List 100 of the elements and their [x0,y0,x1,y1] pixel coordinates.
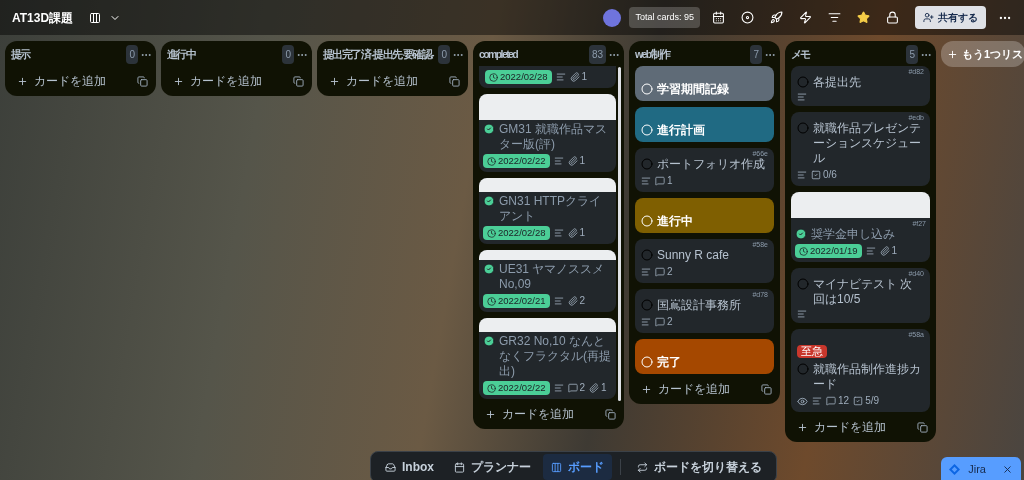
paperclip-icon [879,246,890,256]
total-cards-badge: Total cards: 95 [629,6,700,29]
add-list-button[interactable]: もう1つリス [941,41,1024,67]
check-circle-icon[interactable] [483,123,495,135]
plus-icon [797,421,808,433]
calendar-icon[interactable] [712,11,725,24]
attachment-count: 1 [569,70,588,84]
card-title: GR32 No,10 なんとなくフラクタル(再提出) [499,334,612,379]
list-title[interactable]: 提示 [11,48,125,61]
add-card-button[interactable]: カードを追加 [13,70,137,92]
attachment-count: 1 [567,226,586,240]
attachment-count: 1 [567,154,586,168]
clock-icon [487,296,496,306]
list-title[interactable]: 提出完了済 -提出先 要確認- [323,48,437,61]
star-icon[interactable] [857,11,870,24]
card-count: 0 [282,45,294,64]
card-title: 奨学金申し込み [811,227,895,242]
rocket-icon[interactable] [770,11,783,24]
template-icon[interactable] [293,75,304,87]
list-title[interactable]: 進行中 [167,48,281,61]
card-title: ポートフォリオ作成 [657,157,765,172]
plus-icon [173,75,184,87]
comment-icon [826,396,836,406]
add-card-button[interactable]: カードを追加 [169,70,293,92]
comment-icon [567,383,578,393]
card[interactable]: 進行計画 [635,107,774,142]
list-title[interactable]: web制作 [635,48,749,61]
nav-tab[interactable]: プランナー [446,454,539,480]
card[interactable]: 学習期間記録 [635,66,774,101]
jira-button[interactable]: Jira [941,457,1021,480]
attachment-count: 2 [567,294,586,308]
card-count: 5 [906,45,918,64]
check-circle-icon[interactable] [795,228,807,240]
due-date-badge[interactable]: 2022/02/22 [483,381,550,395]
logo-icon [949,463,961,475]
board-title[interactable]: AT13D課題 [12,8,74,27]
card[interactable]: 2022/02/28 1 [479,66,616,88]
comment-icon [655,317,665,327]
card-count: 83 [588,45,606,64]
due-date-badge[interactable]: 2022/02/28 [483,226,550,240]
card-title: UE31 ヤマノススメ No,09 [499,262,606,292]
check-circle-icon[interactable] [483,195,495,207]
check-circle-icon[interactable] [483,263,495,275]
board-view-icon[interactable] [89,11,102,24]
nav-tab[interactable]: ボード [543,454,612,480]
check-circle-icon[interactable] [483,335,495,347]
plus-icon [17,75,28,87]
jira-label: Jira [968,462,986,477]
nav-tab[interactable]: Inbox [377,454,442,480]
share-button[interactable]: 共有する [915,6,986,29]
comment-count: 2 [655,265,673,279]
card-count: 0 [438,45,450,64]
card[interactable]: GR32 No,10 なんとなくフラクタル(再提出) 2022/02/22 2 1 [479,318,616,399]
disc-icon[interactable] [741,11,754,24]
due-date-badge[interactable]: 2022/01/19 [795,244,862,258]
template-icon[interactable] [761,383,772,395]
avatar[interactable] [603,8,622,27]
calendar-icon [454,461,465,473]
card-title: マイナビテスト 次回は10/5 [813,277,914,307]
card-title: 学習期間記録 [657,82,729,97]
due-date-badge[interactable]: 2022/02/22 [483,154,550,168]
comment-count: 1 [655,174,673,188]
add-card-button[interactable]: カードを追加 [481,403,605,425]
card-count: 0 [126,45,138,64]
list-title[interactable]: メモ [791,48,905,61]
card[interactable]: 完了 [635,339,774,374]
comment-count: 2 [655,315,673,329]
add-person-icon [923,12,934,23]
template-icon[interactable] [137,75,148,87]
card-title: GM31 就職作品マスター版(評) [499,122,608,152]
due-date-badge[interactable]: 2022/02/28 [485,70,552,84]
plus-icon [641,383,652,395]
add-card-button[interactable]: カードを追加 [793,416,917,438]
card[interactable]: GN31 HTTPクライアント 2022/02/28 1 [479,178,616,244]
template-icon[interactable] [449,75,460,87]
scrollbar[interactable] [618,67,621,401]
card-title: GN31 HTTPクライアント [499,194,602,224]
due-date-badge[interactable]: 2022/02/21 [483,294,550,308]
filter-icon[interactable] [828,11,841,24]
list-title[interactable]: completed [479,48,587,61]
attachment-count: 1 [589,381,607,395]
card[interactable]: 進行中 [635,198,774,233]
clock-icon [489,72,498,82]
lock-icon[interactable] [886,11,899,24]
card-title: 進行中 [657,214,693,229]
card-title: 完了 [657,355,681,370]
card-title: Sunny R cafe [657,248,730,263]
close-icon[interactable] [1002,463,1013,475]
paperclip-icon [567,156,578,166]
plus-icon [947,48,958,60]
template-icon[interactable] [605,408,616,420]
add-card-button[interactable]: カードを追加 [637,378,761,400]
card[interactable]: GM31 就職作品マスター版(評) 2022/02/22 1 [479,94,616,172]
add-card-button[interactable]: カードを追加 [325,70,449,92]
template-icon[interactable] [917,421,928,433]
card-title: 就職作品プレゼンテーションスケジュール [813,121,922,166]
lightning-icon[interactable] [799,11,812,24]
nav-tab[interactable]: ボードを切り替える [629,454,770,480]
card[interactable]: UE31 ヤマノススメ No,09 2022/02/21 2 [479,250,616,312]
checklist-icon [811,170,821,180]
